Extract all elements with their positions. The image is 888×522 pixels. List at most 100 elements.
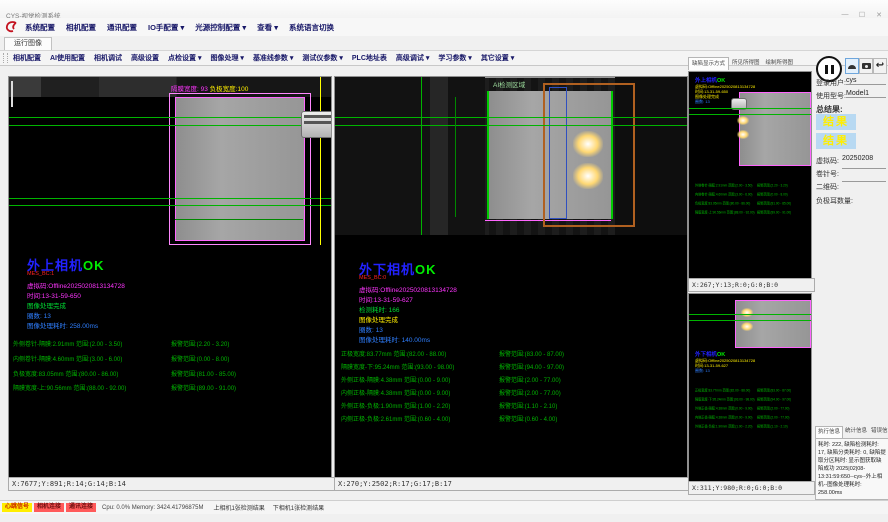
status-bar: 心跳信号 相机连接 通讯连接 Cpu: 0.0% Memory: 3424.41… [0, 500, 888, 514]
measure-line-green [689, 320, 811, 321]
alarm-range: 报警范围:(1.10 - 2.10) [499, 401, 557, 410]
measure-line-green [9, 205, 331, 206]
measurement-value: 外侧正极-隔膜:4.38mm 范围:(0.00 - 9.00) [695, 407, 752, 412]
camera-result-title: 外下相机OK [695, 350, 725, 358]
measurement-value: 正极宽度:83.77mm 范围:(82.00 - 88.00) [341, 349, 446, 358]
switch-user-button[interactable]: ↩ [873, 58, 887, 74]
tool-plc-address[interactable]: PLC地址表 [352, 53, 387, 63]
qr-code-value [842, 181, 886, 182]
tab-strip: 运行图像 [0, 36, 888, 51]
tool-advanced-settings[interactable]: 高级设置 [131, 53, 159, 63]
alarm-range: 报警范围:(0.60 - 4.00) [499, 414, 557, 423]
measurement-value: 隔膜宽度-上:90.56mm 范围:(88.00 - 92.00) [13, 383, 126, 392]
process-done-label: 图像处理完成 [27, 300, 66, 310]
tab-run-image[interactable]: 运行图像 [4, 37, 52, 50]
camera-icon [862, 63, 871, 69]
tool-spot-check[interactable]: 点检设置 ▾ [168, 53, 201, 63]
measurement-value: 负极宽度:83.05mm 范围:(80.00 - 86.00) [695, 202, 750, 207]
mini-view-upper[interactable]: 外上相机OK 虚拟码:Offline2025020813134728 时间:13… [688, 71, 812, 279]
process-done-label: 图像处理完成 [359, 314, 398, 324]
detect-time: 检测耗时: 166 [359, 304, 399, 314]
tab-highlight [573, 163, 603, 189]
menu-bar: 系统配置 相机配置 通讯配置 IO手配置 ▾ 光源控制配置 ▾ 查看 ▾ 系统语… [0, 18, 888, 36]
measurement-value: 外侧正极-负极:1.90mm 范围:(1.00 - 2.20) [695, 425, 752, 430]
measurement-value: 内侧卷针-隔膜:4.60mm 范围:(3.00 - 6.00) [695, 193, 752, 198]
machine-structure-left [335, 77, 485, 235]
login-user-value: cys [846, 77, 886, 85]
alarm-range: 报警范围:(94.00 - 97.00) [499, 362, 564, 371]
camera-result-title: 外上相机OK [695, 76, 725, 84]
alarm-range: 报警范围:(89.00 - 91.00) [757, 211, 791, 216]
tab-error-info[interactable]: 错误信息 [869, 426, 888, 437]
measure-line-green [9, 125, 331, 126]
pin-number-label: 卷针号: [816, 169, 839, 179]
cell-block [739, 92, 811, 166]
measurement-value: 隔膜宽度-下:95.24mm 范围:(93.00 - 98.00) [341, 362, 454, 371]
alarm-range: 报警范围:(0.00 - 8.00) [171, 354, 229, 363]
measurement-value: 内侧正极-隔膜:4.38mm 范围:(0.00 - 9.00) [695, 416, 752, 421]
tab-drawn-image[interactable]: 绘制所得图 [763, 57, 797, 69]
comm-link-badge: 通讯连接 [66, 503, 96, 512]
menu-language-switch[interactable]: 系统语言切换 [289, 22, 334, 33]
menu-comm-config[interactable]: 通讯配置 [107, 22, 137, 33]
menu-io-config[interactable]: IO手配置 ▾ [148, 22, 184, 33]
tool-image-processing[interactable]: 图像处理 ▾ [210, 53, 243, 63]
alarm-range: 报警范围:(2.00 - 77.00) [757, 407, 789, 412]
log-panel[interactable]: 耗时: 222, 缺陷检测耗时: 17, 缺陷分类耗时: 0, 缺陷提取分区耗时… [815, 438, 888, 500]
tab-highlight [737, 130, 749, 139]
alarm-range: 报警范围:(83.00 - 87.00) [499, 349, 564, 358]
cpu-memory-readout: Cpu: 0.0% Memory: 3424.41796875M [102, 505, 203, 511]
alarm-range: 报警范围:(94.00 - 97.00) [757, 398, 791, 403]
tool-baseline-params[interactable]: 基准线参数 ▾ [253, 53, 293, 63]
reference-line-yellow [320, 77, 321, 245]
capture-time: 时间:13-31-59-650 [27, 290, 81, 300]
tab-stat-info[interactable]: 统计信息 [843, 426, 869, 437]
mini-view-lower[interactable]: 外下相机OK 虚拟码:Offline2025020813134728 时间:13… [688, 293, 812, 482]
user-button[interactable] [845, 58, 859, 74]
camera-view-upper[interactable]: 隔膜宽度: 93 负极宽度:100 外上相机OK MES_BC:1 虚拟码:Of… [8, 76, 332, 478]
pin-number-value [842, 168, 886, 169]
measure-line-green [9, 198, 331, 199]
app-logo-icon [5, 20, 19, 34]
alarm-range: 报警范围:(0.00 - 8.00) [757, 193, 788, 198]
person-icon [848, 64, 856, 69]
loop-count: 圈数: 13 [695, 99, 710, 105]
tool-camera-config[interactable]: 相机配置 [13, 53, 41, 63]
tab-wysiwyg-image[interactable]: 所见所得图 [729, 57, 763, 69]
tool-camera-debug[interactable]: 相机调试 [94, 53, 122, 63]
measurement-value: 隔膜宽度-上:90.56mm 范围:(88.00 - 92.00) [695, 211, 755, 216]
ai-region-label: AI检测区域 [493, 79, 525, 89]
tool-other-settings[interactable]: 其它设置 ▾ [481, 53, 514, 63]
title-bar: CYS-视觉检测系统 — ☐ ✕ [0, 0, 888, 18]
tool-learning-params[interactable]: 学习参数 ▾ [438, 53, 471, 63]
virtual-code: 虚拟码:Offline2025020813134728 [27, 280, 125, 290]
measurement-value: 内侧正极-负极:2.61mm 范围:(0.60 - 4.00) [341, 414, 450, 423]
camera-button[interactable] [859, 58, 873, 74]
tab-exec-info[interactable]: 执行信息 [815, 426, 843, 438]
tool-advanced-debug[interactable]: 高级调试 ▾ [396, 53, 429, 63]
log-text: 耗时: 222, 缺陷检测耗时: 17, 缺陷分类耗时: 0, 缺陷提取分区耗时… [818, 442, 886, 496]
toolbar-grip [3, 53, 8, 63]
alarm-range: 报警范围:(2.00 - 77.00) [757, 416, 789, 421]
pause-icon [825, 65, 828, 74]
machine-column [430, 77, 448, 235]
menu-view[interactable]: 查看 ▾ [257, 22, 278, 33]
result-badge-1: 结果 [816, 114, 856, 130]
heartbeat-badge: 心跳信号 [2, 503, 32, 512]
tool-tester-params[interactable]: 测试仪参数 ▾ [302, 53, 342, 63]
measurement-value: 内侧正极-隔膜:4.38mm 范围:(0.00 - 9.00) [341, 388, 450, 397]
tab-defect-display[interactable]: 缺陷显示方式 [688, 57, 729, 70]
camera-view-lower[interactable]: AI检测区域 外下相机OK MES_BC:0 虚拟码:Offline202502… [334, 76, 688, 478]
capture-time: 时间:13-31-59-627 [359, 294, 413, 304]
lower-camera-result-count: 下相机1张检测结果 [273, 503, 324, 512]
tab-highlight [741, 308, 753, 317]
return-arrow-icon: ↩ [876, 61, 884, 71]
pixel-readout-mini-upper: X:267;Y:13;R:0;G:0;B:0 [688, 278, 815, 292]
menu-light-config[interactable]: 光源控制配置 ▾ [195, 22, 246, 33]
menu-system-config[interactable]: 系统配置 [25, 22, 55, 33]
alarm-range: 报警范围:(2.00 - 77.00) [499, 375, 561, 384]
tool-ai-config[interactable]: AI使用配置 [50, 53, 85, 63]
menu-camera-config[interactable]: 相机配置 [66, 22, 96, 33]
result-badge-2: 结果 [816, 133, 856, 149]
negative-tab-count-label: 负极耳数量: [816, 196, 853, 206]
